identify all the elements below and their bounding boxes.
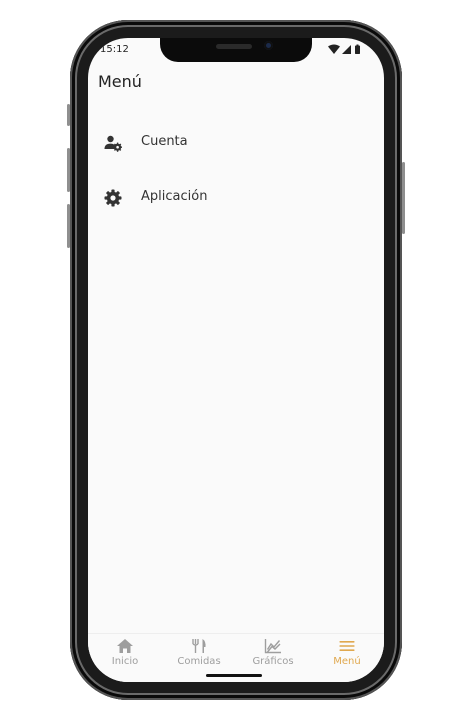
volume-down-button: [67, 204, 70, 248]
menu-icon: [339, 641, 355, 651]
page-title: Menú: [98, 72, 142, 91]
chart-icon: [264, 639, 281, 654]
status-icons: [328, 44, 360, 54]
nav-item-inicio[interactable]: Inicio: [88, 634, 162, 670]
phone-screen: 15:12 Menú Cuenta Aplicación Inicio Comi…: [88, 38, 384, 682]
home-indicator: [206, 674, 262, 677]
speaker-grille: [216, 44, 252, 49]
mute-switch: [67, 104, 70, 126]
notch: [160, 38, 312, 62]
nav-label: Inicio: [111, 656, 139, 667]
nav-item-graficos[interactable]: Gráficos: [236, 634, 310, 670]
nav-item-comidas[interactable]: Comidas: [162, 634, 236, 670]
nav-label: Comidas: [177, 656, 221, 667]
menu-item-aplicacion[interactable]: Aplicación: [88, 177, 384, 217]
utensils-icon: [192, 639, 206, 653]
wifi-icon: [328, 44, 340, 54]
volume-up-button: [67, 148, 70, 192]
nav-item-menu[interactable]: Menú: [310, 634, 384, 670]
menu-item-cuenta[interactable]: Cuenta: [88, 122, 384, 162]
home-icon: [117, 639, 133, 653]
power-button: [402, 162, 405, 234]
status-time: 15:12: [100, 44, 129, 55]
front-camera: [264, 41, 273, 50]
nav-label: Gráficos: [252, 656, 294, 667]
gear-icon: [104, 189, 122, 207]
nav-label: Menú: [333, 656, 361, 667]
signal-icon: [342, 45, 351, 54]
user-settings-icon: [104, 135, 122, 152]
menu-item-label: Aplicación: [141, 189, 208, 204]
battery-icon: [355, 44, 360, 54]
bottom-nav: Inicio Comidas Gráficos Menú: [88, 633, 384, 682]
menu-item-label: Cuenta: [141, 134, 188, 149]
